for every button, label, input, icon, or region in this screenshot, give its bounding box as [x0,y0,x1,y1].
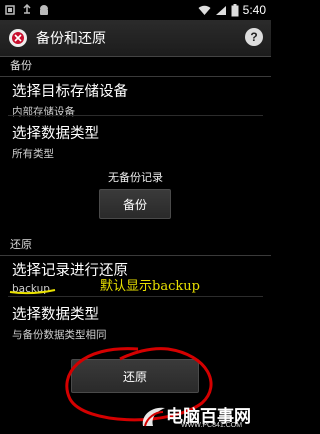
no-backup-records-text: 无备份记录 [108,171,163,184]
watermark: 电脑百事网 WWW.PC841.COM [139,400,269,432]
help-icon[interactable]: ? [245,28,263,46]
status-bar: 5:40 [0,0,271,20]
battery-icon [231,3,239,16]
target-storage-title: 选择目标存储设备 [12,84,128,100]
watermark-url: WWW.PC841.COM [181,422,243,429]
usb-debug-icon [23,4,31,14]
restore-data-type-title: 选择数据类型 [12,307,99,323]
target-storage-setting[interactable]: 选择目标存储设备 内部存储设备 [0,80,271,119]
target-storage-value: 内部存储设备 [12,106,75,118]
signal-icon [215,5,226,15]
watermark-logo-icon [142,407,165,427]
backup-data-type-setting[interactable]: 选择数据类型 所有类型 [0,122,271,161]
wifi-icon [198,5,211,15]
divider [8,296,263,297]
page-title: 备份和还原 [36,31,106,47]
divider [8,115,263,116]
section-header-restore: 还原 [0,236,271,256]
backup-app-icon[interactable] [8,28,28,48]
backup-button[interactable]: 备份 [99,189,171,219]
usb-notification-icon [5,5,15,15]
section-header-backup: 备份 [0,57,271,77]
backup-data-type-title: 选择数据类型 [12,126,99,142]
backup-data-type-value: 所有类型 [12,148,54,160]
status-time: 5:40 [242,3,266,17]
android-icon [40,5,48,15]
annotation-note: 默认显示backup [100,279,200,294]
annotation-underline [9,289,56,295]
action-bar: 备份和还原 ? [0,20,271,57]
